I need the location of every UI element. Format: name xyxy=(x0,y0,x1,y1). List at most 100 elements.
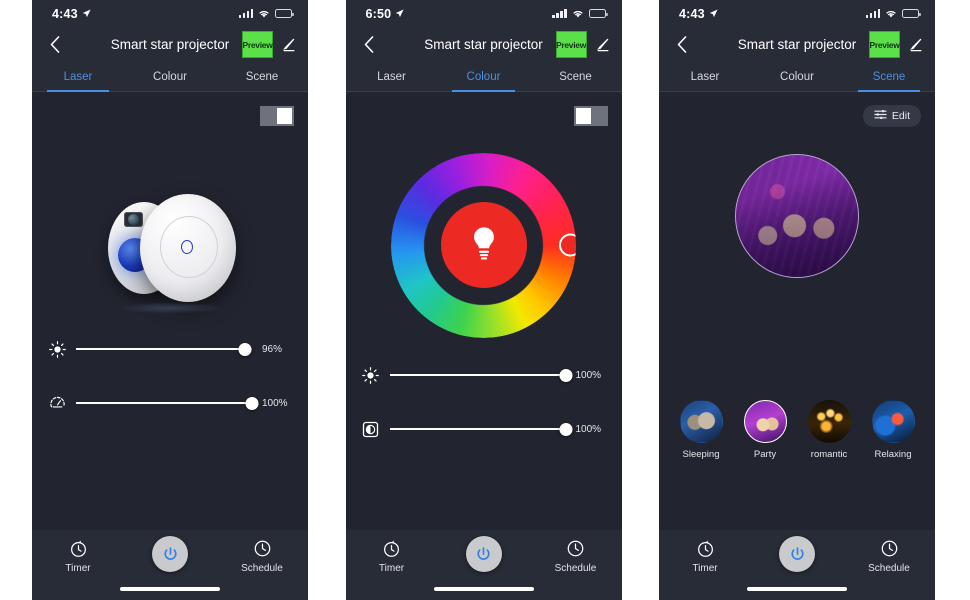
tab-scene[interactable]: Scene xyxy=(530,62,622,91)
toggle-knob xyxy=(277,108,292,124)
saturation-icon xyxy=(362,420,380,438)
preview-button[interactable]: Preview xyxy=(869,31,900,58)
chevron-left-icon[interactable] xyxy=(358,34,380,56)
scene-label: Relaxing xyxy=(874,449,912,460)
battery-icon xyxy=(588,9,608,18)
home-indicator[interactable] xyxy=(433,587,534,591)
pencil-underline-icon[interactable] xyxy=(594,37,610,53)
saturation-value: 100% xyxy=(575,423,602,435)
schedule-button[interactable]: Schedule xyxy=(541,538,611,574)
power-toggle[interactable] xyxy=(260,106,294,126)
romantic-thumb xyxy=(808,400,851,443)
phone-screen-colour: 6:50 Smart star projector Preview Laser … xyxy=(345,0,622,600)
relaxing-thumb xyxy=(872,400,915,443)
edit-button[interactable]: Edit xyxy=(862,105,921,127)
status-left: 6:50 xyxy=(366,7,405,21)
phone-screen-laser: 4:43 Smart star projector Preview Laser … xyxy=(32,0,308,600)
wifi-icon xyxy=(572,10,583,18)
colour-wheel-handle[interactable] xyxy=(559,233,582,257)
power-button[interactable] xyxy=(152,536,188,572)
tab-colour[interactable]: Colour xyxy=(751,62,843,91)
tab-colour[interactable]: Colour xyxy=(124,62,216,91)
cellular-signal-icon xyxy=(865,9,880,18)
location-arrow-icon xyxy=(709,9,718,18)
scene-content: Edit Sleeping Party romantic Relaxing xyxy=(659,92,935,530)
timer-button[interactable]: Timer xyxy=(670,538,740,574)
speed-slider-knob[interactable] xyxy=(245,396,259,410)
device-illustration xyxy=(32,148,308,348)
power-button-wrap[interactable] xyxy=(762,536,832,572)
party-thumb xyxy=(743,400,787,443)
status-time: 6:50 xyxy=(365,6,392,21)
pencil-underline-icon[interactable] xyxy=(280,37,296,53)
saturation-slider[interactable] xyxy=(389,422,572,436)
scene-item-romantic[interactable]: romantic xyxy=(801,400,857,460)
tab-bar: Laser Colour Scene xyxy=(32,62,308,92)
saturation-slider-knob[interactable] xyxy=(559,422,572,436)
light-bulb-button[interactable] xyxy=(440,202,527,288)
nav-bar: Smart star projector Preview xyxy=(32,27,308,62)
wifi-icon xyxy=(259,10,269,18)
bottom-nav-bar: Timer Schedule xyxy=(32,530,308,600)
battery-icon xyxy=(275,9,294,18)
status-right xyxy=(552,9,608,19)
location-arrow-icon xyxy=(82,9,91,18)
chevron-left-icon[interactable] xyxy=(44,34,66,56)
clock-icon xyxy=(566,538,586,558)
scene-item-relaxing[interactable]: Relaxing xyxy=(865,400,921,460)
scene-item-sleeping[interactable]: Sleeping xyxy=(673,400,729,460)
schedule-label: Schedule xyxy=(868,563,910,574)
chevron-left-icon[interactable] xyxy=(671,34,693,56)
timer-button[interactable]: Timer xyxy=(357,538,427,574)
bottom-nav-bar: Timer Schedule xyxy=(345,530,622,600)
pencil-underline-icon[interactable] xyxy=(907,37,923,53)
tab-laser[interactable]: Laser xyxy=(659,62,751,91)
timer-button[interactable]: Timer xyxy=(43,538,113,574)
power-button-wrap[interactable] xyxy=(135,536,205,572)
speed-value: 100% xyxy=(262,397,288,409)
schedule-button[interactable]: Schedule xyxy=(227,538,297,574)
brightness-slider-knob[interactable] xyxy=(559,368,572,382)
brightness-sun-icon xyxy=(362,366,380,384)
preview-button[interactable]: Preview xyxy=(555,31,587,58)
tab-scene[interactable]: Scene xyxy=(843,62,935,92)
bottom-nav-bar: Timer Schedule xyxy=(659,530,935,600)
brightness-slider-knob[interactable] xyxy=(238,342,252,356)
tab-laser[interactable]: Laser xyxy=(346,62,438,91)
scene-list: Sleeping Party romantic Relaxing xyxy=(659,400,935,460)
home-indicator[interactable] xyxy=(747,587,847,591)
tab-laser[interactable]: Laser xyxy=(32,62,124,92)
nav-bar: Smart star projector Preview xyxy=(346,27,622,62)
speed-gauge-icon xyxy=(48,394,66,412)
cellular-signal-icon xyxy=(552,9,567,18)
power-icon xyxy=(790,546,804,560)
speed-slider[interactable] xyxy=(76,396,259,410)
brightness-slider[interactable] xyxy=(389,368,572,382)
preview-button[interactable]: Preview xyxy=(242,31,273,58)
status-time: 4:43 xyxy=(679,6,705,21)
power-toggle[interactable] xyxy=(573,106,608,126)
scene-item-party[interactable]: Party xyxy=(737,400,793,460)
brightness-sun-icon xyxy=(48,340,66,358)
schedule-button[interactable]: Schedule xyxy=(854,538,924,574)
laser-content: 96% 100% xyxy=(32,92,308,530)
toggle-knob xyxy=(575,108,591,124)
status-bar: 4:43 xyxy=(659,0,935,27)
brightness-slider[interactable] xyxy=(76,342,252,356)
nav-actions: Preview xyxy=(555,31,610,58)
cellular-signal-icon xyxy=(238,9,253,18)
scene-label: Party xyxy=(753,449,777,460)
tab-scene[interactable]: Scene xyxy=(216,62,308,91)
brightness-value: 96% xyxy=(262,343,283,355)
projector-camera-icon xyxy=(124,212,143,227)
nav-actions: Preview xyxy=(869,31,923,58)
power-button-wrap[interactable] xyxy=(449,536,519,572)
power-button[interactable] xyxy=(465,536,502,572)
status-left: 4:43 xyxy=(52,7,91,21)
home-indicator[interactable] xyxy=(120,587,220,591)
power-button[interactable] xyxy=(779,536,815,572)
tab-colour[interactable]: Colour xyxy=(438,62,530,92)
brightness-slider-row: 100% xyxy=(346,362,622,388)
schedule-label: Schedule xyxy=(554,563,597,574)
nav-bar: Smart star projector Preview xyxy=(659,27,935,62)
